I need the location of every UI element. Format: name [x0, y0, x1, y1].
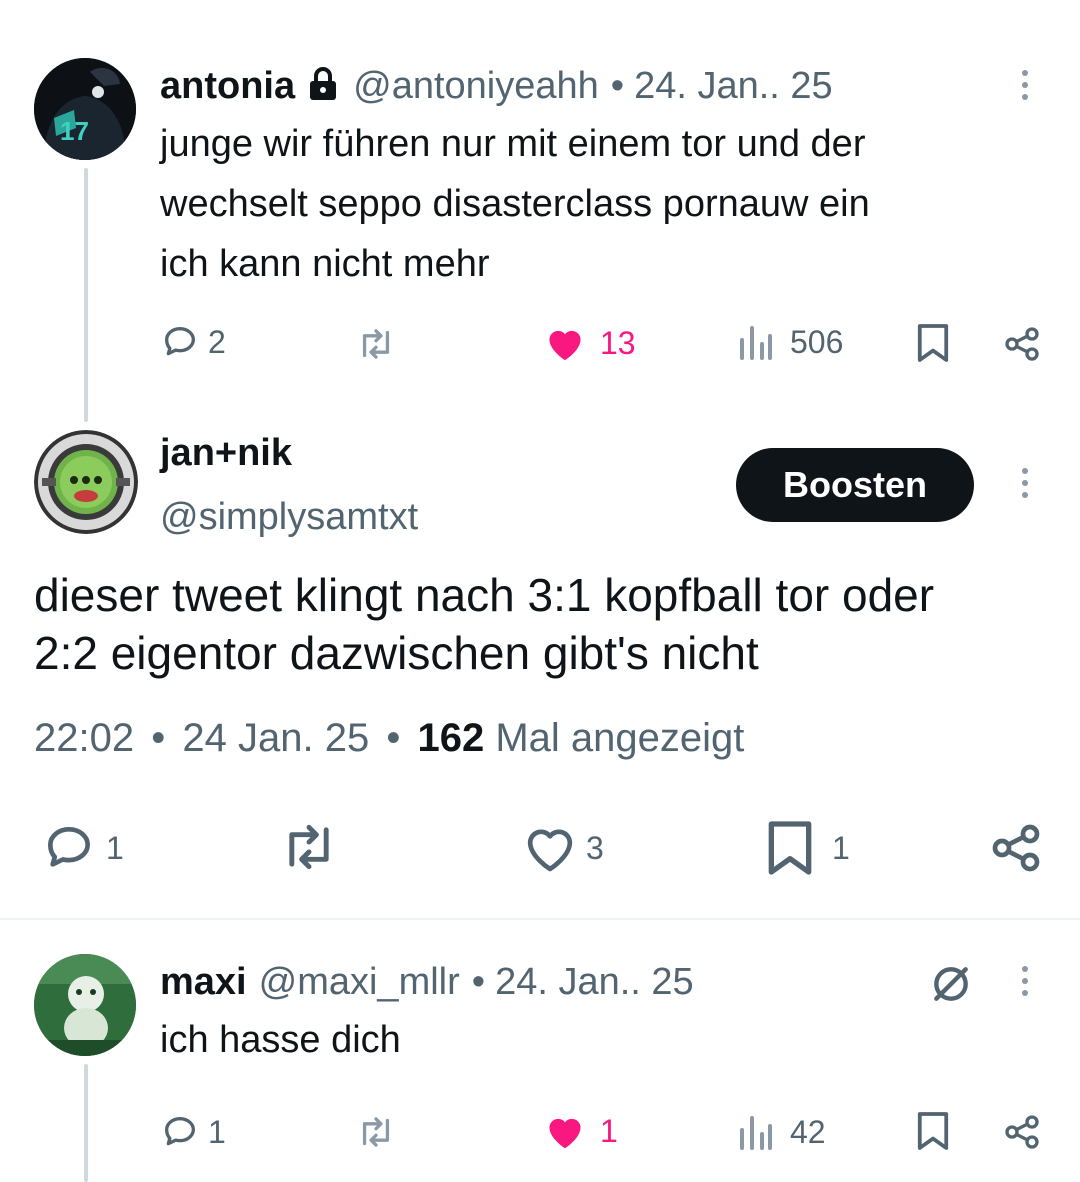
- tweet1-text: junge wir führen nur mit einem tor und d…: [160, 114, 1060, 294]
- reply-icon: [165, 327, 195, 356]
- svg-text:17: 17: [60, 116, 89, 146]
- tweet-time[interactable]: 22:02: [34, 716, 134, 760]
- share-icon: [1005, 327, 1039, 361]
- repost-icon: [362, 1117, 390, 1147]
- bookmark-button[interactable]: [916, 322, 950, 364]
- repost-icon: [289, 824, 329, 870]
- views-button[interactable]: 506: [738, 322, 843, 362]
- views-label: Mal angezeigt: [495, 716, 745, 760]
- share-button[interactable]: [1002, 324, 1042, 364]
- reply-button[interactable]: 1: [40, 820, 124, 876]
- author-name[interactable]: jan+nik: [160, 432, 292, 475]
- main-tweet-text: dieser tweet klingt nach 3:1 kopfball to…: [34, 566, 1064, 682]
- separator: •: [471, 960, 486, 1003]
- bookmark-button[interactable]: 1: [766, 818, 850, 878]
- reply-icon: [48, 827, 90, 867]
- tweet1-header: antonia @antoniyeahh • 24. Jan.. 25: [160, 62, 833, 110]
- repost-button[interactable]: [354, 326, 398, 362]
- tweet-date[interactable]: 24. Jan.. 25: [634, 65, 833, 108]
- share-icon: [992, 824, 1040, 872]
- divider: [0, 918, 1080, 920]
- thread-line-1: [84, 168, 88, 422]
- tweet-line: wechselt seppo disasterclass pornauw ein: [160, 183, 870, 225]
- repost-button[interactable]: [276, 820, 342, 874]
- author-handle[interactable]: @simplysamtxt: [160, 496, 418, 539]
- boost-button[interactable]: Boosten: [736, 448, 974, 522]
- heart-filled-icon: [549, 330, 581, 361]
- like-count: 1: [600, 1112, 618, 1149]
- repost-icon: [362, 329, 390, 359]
- tweet-date[interactable]: 24 Jan. 25: [182, 716, 369, 760]
- share-button[interactable]: [988, 820, 1044, 876]
- lock-icon: [309, 66, 337, 106]
- bookmark-count: 1: [832, 829, 850, 866]
- tweet3-header: maxi @maxi_mllr • 24. Jan.. 25: [160, 958, 694, 1006]
- like-button[interactable]: 13: [544, 324, 636, 362]
- views-icon: [740, 1116, 772, 1150]
- tweet-line: ich kann nicht mehr: [160, 243, 490, 285]
- reply-icon: [165, 1117, 195, 1146]
- views-button[interactable]: 42: [738, 1112, 826, 1152]
- views-count: 42: [790, 1113, 826, 1150]
- like-button[interactable]: 3: [522, 822, 604, 874]
- share-button[interactable]: [1002, 1112, 1042, 1152]
- tweet3-text: ich hasse dich: [160, 1019, 401, 1061]
- more-options-icon[interactable]: [1020, 966, 1030, 1002]
- reply-count: 1: [106, 829, 124, 866]
- author-name[interactable]: antonia: [160, 65, 295, 108]
- tweet-line: dieser tweet klingt nach 3:1 kopfball to…: [34, 569, 935, 621]
- bookmark-icon: [768, 821, 812, 875]
- like-count: 13: [600, 324, 636, 361]
- reply-count: 2: [208, 323, 226, 360]
- views-icon: [740, 326, 772, 360]
- like-button[interactable]: 1: [544, 1112, 618, 1150]
- repost-button[interactable]: [354, 1114, 398, 1150]
- bookmark-icon: [917, 324, 949, 362]
- more-options-icon[interactable]: [1020, 70, 1030, 106]
- reply-button[interactable]: 1: [160, 1112, 226, 1152]
- avatar-antonia[interactable]: 17: [34, 58, 136, 160]
- like-count: 3: [586, 829, 604, 866]
- bookmark-button[interactable]: [916, 1110, 950, 1152]
- share-icon: [1005, 1115, 1039, 1149]
- avatar-jannik[interactable]: [34, 430, 138, 534]
- tweet-date[interactable]: 24. Jan.. 25: [495, 961, 694, 1004]
- tweet-line: 2:2 eigentor dazwischen gibt's nicht: [34, 627, 759, 679]
- author-handle[interactable]: @maxi_mllr: [259, 961, 460, 1004]
- tweet-line: junge wir führen nur mit einem tor und d…: [160, 123, 866, 165]
- views-count: 162: [417, 716, 485, 760]
- separator: •: [610, 64, 625, 107]
- separator: •: [151, 716, 166, 760]
- author-name[interactable]: maxi: [160, 961, 247, 1004]
- author-handle[interactable]: @antoniyeahh: [353, 65, 599, 108]
- reply-count: 1: [208, 1113, 226, 1150]
- reply-button[interactable]: 2: [160, 322, 226, 362]
- bookmark-icon: [917, 1112, 949, 1150]
- separator: •: [386, 716, 401, 760]
- more-options-icon[interactable]: [1020, 468, 1030, 504]
- avatar-maxi[interactable]: [34, 954, 136, 1056]
- heart-icon: [527, 829, 573, 872]
- views-count: 506: [790, 323, 844, 360]
- heart-filled-icon: [549, 1118, 581, 1149]
- thread-line-2: [84, 1064, 88, 1182]
- grok-icon[interactable]: [928, 962, 974, 1011]
- tweet-meta: 22:02 • 24 Jan. 25 • 162 Mal angezeigt: [34, 716, 744, 761]
